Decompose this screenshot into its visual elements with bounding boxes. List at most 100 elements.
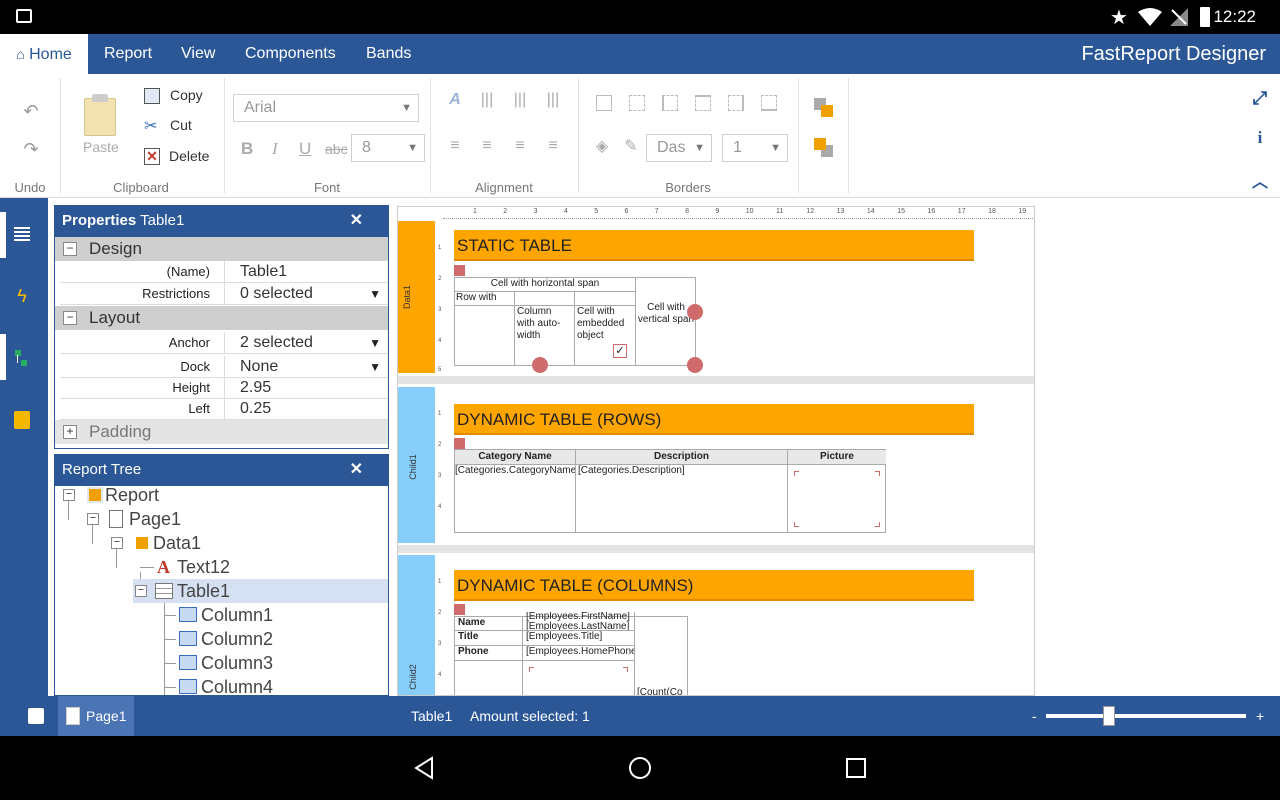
recents-icon[interactable] [844, 756, 868, 780]
line-style-select[interactable]: Das ▼ [646, 134, 712, 162]
table-cell[interactable]: [Employees.HomePhone] [523, 646, 635, 661]
border-all-icon[interactable] [596, 95, 612, 111]
static-table-title[interactable]: STATIC TABLE [454, 230, 974, 261]
table-cell[interactable]: [Categories.Description] [576, 465, 788, 533]
property-row[interactable]: (Name) Table1 [60, 261, 388, 283]
line-color-icon[interactable]: ✎ [622, 136, 640, 156]
dynamic-rows-table[interactable]: Category Name Description Picture [Categ… [454, 449, 886, 533]
copy-button[interactable]: Copy [144, 86, 214, 106]
delete-button[interactable]: ✕ Delete [144, 147, 224, 167]
tree-item-databand[interactable]: − Data1 [109, 531, 388, 555]
info-icon[interactable]: i [1250, 128, 1270, 148]
send-to-back-icon[interactable] [814, 138, 834, 158]
report-tree-button[interactable] [8, 344, 36, 372]
properties-panel-button[interactable] [8, 220, 36, 248]
strikeout-button[interactable]: abc [325, 141, 348, 157]
picture-cell[interactable] [788, 465, 886, 533]
italic-button[interactable]: I [272, 139, 278, 159]
tree-item-page[interactable]: − Page1 [85, 507, 385, 531]
close-icon[interactable]: ✕ [350, 205, 363, 237]
property-row[interactable]: Dock None ▼ [60, 356, 388, 378]
static-table[interactable]: Cell with horizontal span Row with Colum… [454, 277, 696, 366]
table-select-handle[interactable] [454, 265, 465, 276]
table-header-cell[interactable]: Description [576, 450, 788, 465]
report-page[interactable]: 1 2 3 4 5 6 7 8 9 10 11 12 13 14 15 16 17 18 19 Data1 1 2 … [397, 206, 1035, 696]
barcode-icon[interactable]: ||| [511, 90, 529, 110]
property-row[interactable]: Anchor 2 selected ▼ [60, 332, 388, 354]
category-padding[interactable]: + Padding [55, 420, 388, 444]
border-none-icon[interactable] [629, 95, 645, 111]
expand-icon[interactable]: + [63, 425, 77, 439]
bring-to-front-icon[interactable] [814, 98, 834, 118]
dropdown-arrow-icon[interactable]: ▼ [369, 356, 381, 378]
table-select-handle[interactable] [454, 604, 465, 615]
redo-icon[interactable]: ↷ [20, 138, 42, 160]
page-list-icon[interactable] [28, 708, 44, 724]
events-panel-button[interactable]: ϟ [8, 282, 36, 310]
tree-item-column[interactable]: Column3 [157, 651, 387, 675]
dropdown-arrow-icon[interactable]: ▼ [369, 332, 381, 354]
font-size-select[interactable]: 8 ▼ [351, 134, 425, 162]
border-right-icon[interactable] [728, 95, 744, 111]
collapse-icon[interactable]: − [63, 489, 75, 501]
design-canvas[interactable]: 1 2 3 4 5 6 7 8 9 10 11 12 13 14 15 16 17 18 19 Data1 1 2 … [390, 198, 1280, 696]
zoom-slider[interactable] [1046, 714, 1246, 718]
zoom-in-button[interactable]: + [1256, 696, 1264, 736]
zoom-out-button[interactable]: - [1032, 696, 1037, 736]
property-row[interactable]: Restrictions 0 selected ▼ [60, 283, 388, 305]
collapse-icon[interactable]: − [63, 311, 77, 325]
category-layout[interactable]: − Layout [55, 306, 388, 330]
font-family-select[interactable]: Arial ▼ [233, 94, 419, 122]
table-cell[interactable]: Title [455, 631, 523, 646]
tree-item-report[interactable]: − Report [61, 486, 381, 507]
text-format-icon[interactable]: A [446, 90, 464, 110]
table-cell[interactable]: [Count(Co [637, 687, 689, 695]
barcode-icon[interactable]: ||| [478, 90, 496, 110]
table-cell[interactable]: Cell with horizontal span [455, 278, 636, 292]
table-cell[interactable]: Row with [455, 292, 515, 306]
home-nav-icon[interactable] [628, 756, 652, 780]
cut-button[interactable]: ✂ Cut [144, 116, 214, 136]
border-top-icon[interactable] [695, 95, 711, 111]
align-right-icon[interactable]: ≡ [511, 136, 529, 156]
collapse-icon[interactable]: − [135, 585, 147, 597]
tree-item-table[interactable]: − Table1 [133, 579, 388, 603]
border-left-icon[interactable] [662, 95, 678, 111]
tree-item-column[interactable]: Column1 [157, 603, 387, 627]
table-cell[interactable]: Column with auto-width [515, 306, 575, 366]
dropdown-arrow-icon[interactable]: ▼ [369, 283, 381, 305]
menu-bands[interactable]: Bands [366, 34, 411, 74]
menu-view[interactable]: View [181, 34, 215, 74]
table-cell[interactable] [455, 661, 523, 695]
table-cell[interactable]: [Employees.Title] [523, 631, 635, 646]
bold-button[interactable]: B [241, 139, 253, 159]
collapse-icon[interactable]: − [87, 513, 99, 525]
tree-item-text[interactable]: A Text12 [133, 555, 388, 579]
category-design[interactable]: − Design [55, 237, 388, 261]
barcode-icon[interactable]: ||| [544, 90, 562, 110]
table-header-cell[interactable]: Picture [788, 450, 886, 465]
border-bottom-icon[interactable] [761, 95, 777, 111]
fill-color-icon[interactable]: ◈ [593, 136, 611, 156]
menu-home[interactable]: ⌂ Home [0, 34, 88, 74]
align-left-icon[interactable]: ≡ [446, 136, 464, 156]
collapse-icon[interactable]: − [111, 537, 123, 549]
collapse-icon[interactable]: − [63, 242, 77, 256]
dynamic-columns-table[interactable]: Name Title Phone [Employees.FirstName] [… [454, 612, 689, 695]
undo-icon[interactable]: ↶ [20, 100, 42, 122]
data-panel-button[interactable] [8, 406, 36, 434]
resize-handle[interactable] [532, 357, 548, 373]
table-cell[interactable] [455, 306, 515, 366]
close-icon[interactable]: ✕ [350, 454, 363, 486]
align-justify-icon[interactable]: ≡ [544, 136, 562, 156]
line-width-select[interactable]: 1 ▼ [722, 134, 788, 162]
menu-report[interactable]: Report [104, 34, 152, 74]
property-row[interactable]: Height 2.95 [60, 377, 388, 399]
tree-item-column[interactable]: Column2 [157, 627, 387, 651]
table-cell[interactable]: Name [455, 617, 523, 631]
underline-button[interactable]: U [299, 139, 311, 159]
table-header-cell[interactable]: Category Name [455, 450, 576, 465]
dynamic-rows-title[interactable]: DYNAMIC TABLE (ROWS) [454, 404, 974, 435]
page-tab[interactable]: Page1 [58, 696, 134, 736]
property-row[interactable]: Left 0.25 [60, 398, 388, 420]
